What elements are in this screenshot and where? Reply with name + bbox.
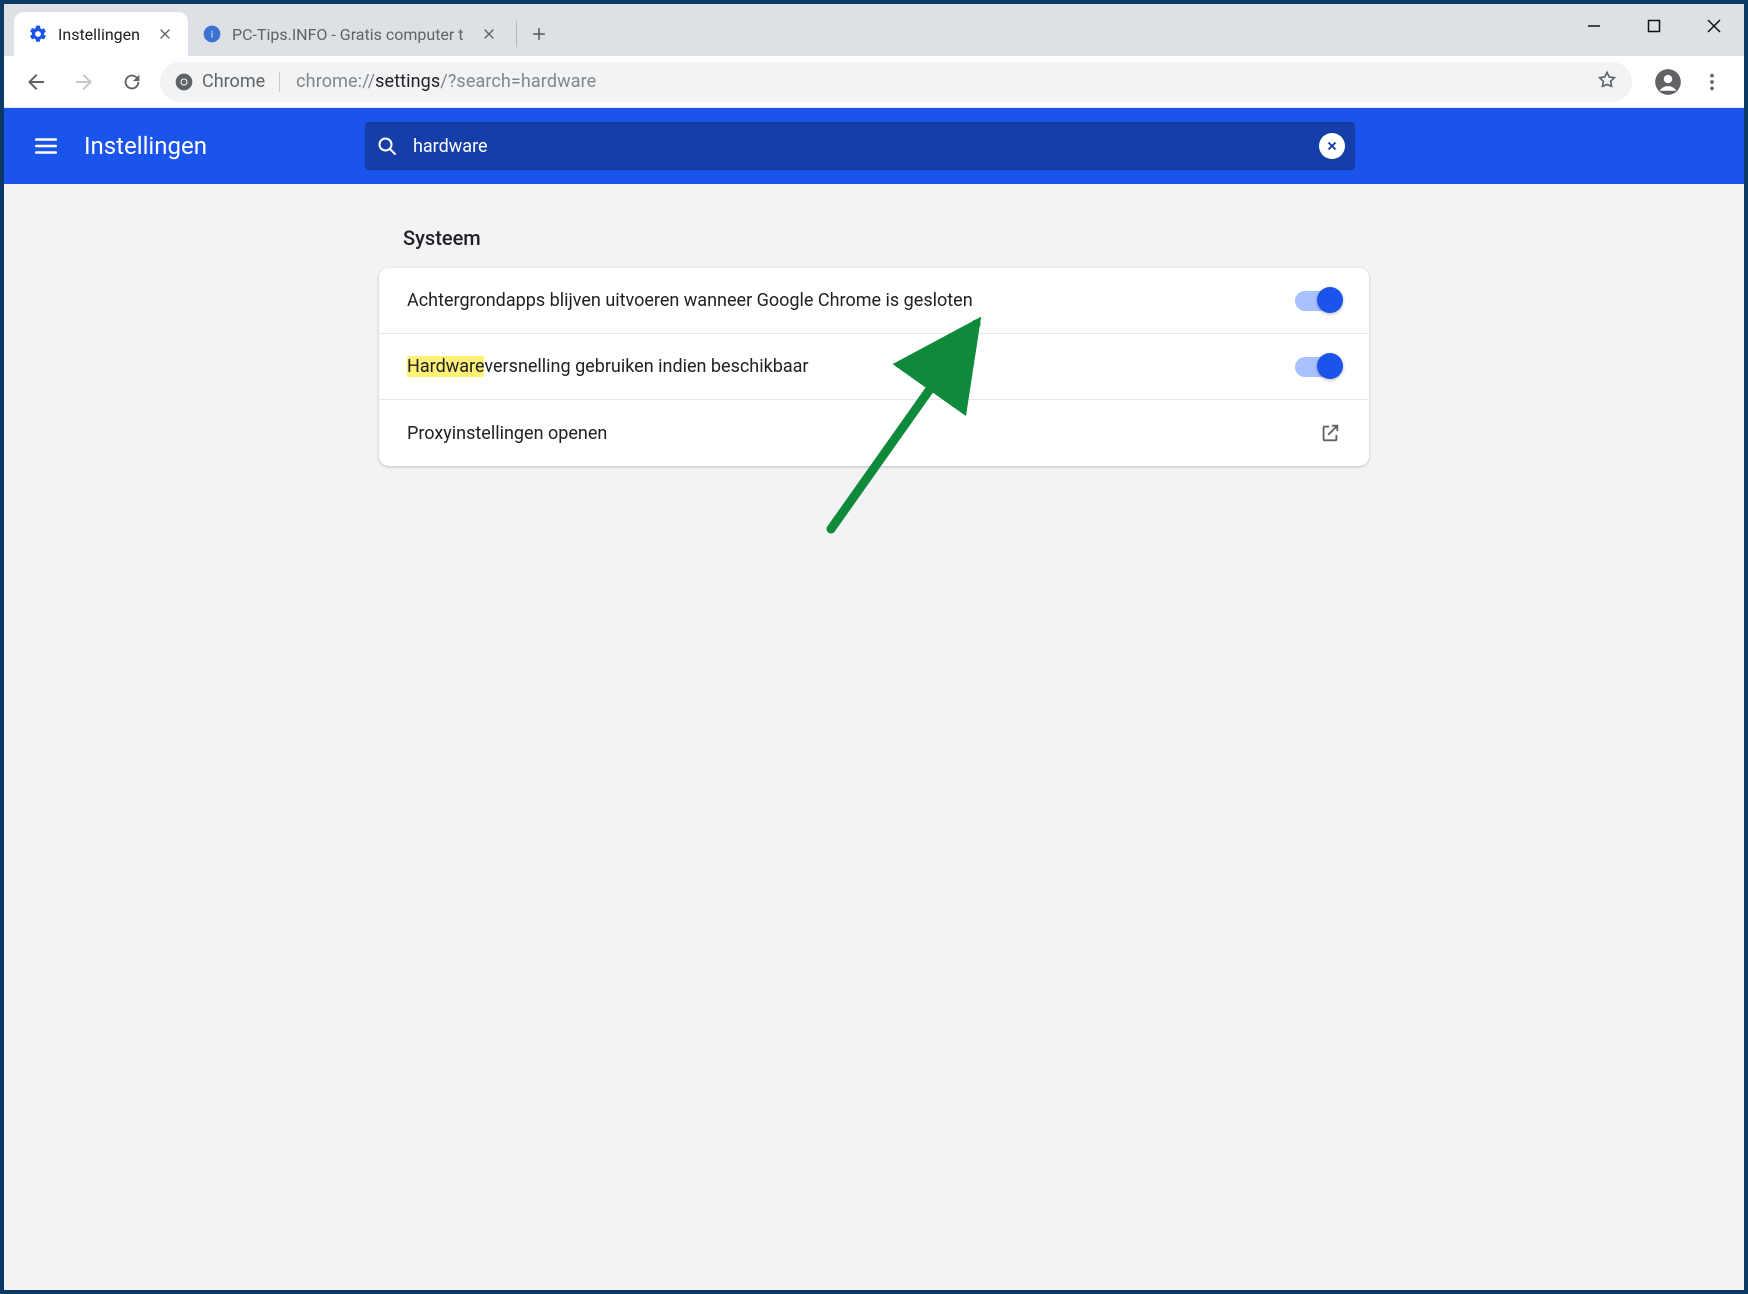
browser-toolbar: Chrome chrome://settings/?search=hardwar… — [4, 56, 1744, 108]
back-button[interactable] — [16, 62, 56, 102]
row-label: Hardwareversnelling gebruiken indien bes… — [407, 356, 809, 377]
section-title-system: Systeem — [403, 226, 1369, 250]
system-card: Achtergrondapps blijven uitvoeren wannee… — [379, 268, 1369, 466]
new-tab-button[interactable] — [521, 16, 557, 52]
row-label: Proxyinstellingen openen — [407, 423, 607, 444]
row-background-apps[interactable]: Achtergrondapps blijven uitvoeren wannee… — [379, 268, 1369, 334]
toolbar-right — [1648, 62, 1732, 102]
chrome-menu-button[interactable] — [1692, 62, 1732, 102]
page-title: Instellingen — [84, 132, 207, 160]
forward-button[interactable] — [64, 62, 104, 102]
url-text: chrome://settings/?search=hardware — [296, 71, 596, 92]
profile-avatar-button[interactable] — [1648, 62, 1688, 102]
row-hardware-acceleration[interactable]: Hardwareversnelling gebruiken indien bes… — [379, 334, 1369, 400]
tab-pctips[interactable]: i PC-Tips.INFO - Gratis computer t — [188, 12, 512, 56]
clear-search-button[interactable] — [1319, 133, 1345, 159]
search-highlight: Hardware — [407, 356, 484, 377]
gear-icon — [28, 24, 48, 44]
row-label: Achtergrondapps blijven uitvoeren wannee… — [407, 290, 973, 311]
settings-search[interactable] — [365, 122, 1355, 170]
menu-button[interactable] — [26, 126, 66, 166]
site-favicon-icon: i — [202, 24, 222, 44]
window-maximize-button[interactable] — [1624, 4, 1684, 48]
tab-settings[interactable]: Instellingen — [14, 12, 188, 56]
address-bar[interactable]: Chrome chrome://settings/?search=hardwar… — [160, 62, 1632, 102]
toggle-background-apps[interactable] — [1295, 291, 1341, 311]
settings-content: Systeem Achtergrondapps blijven uitvoere… — [4, 184, 1744, 1290]
tab-separator — [516, 21, 517, 47]
window-minimize-button[interactable] — [1564, 4, 1624, 48]
site-chip: Chrome — [174, 71, 286, 92]
reload-button[interactable] — [112, 62, 152, 102]
row-proxy-settings[interactable]: Proxyinstellingen openen — [379, 400, 1369, 466]
tab-close-button[interactable] — [156, 25, 174, 43]
tab-title: Instellingen — [58, 25, 140, 44]
search-icon — [375, 134, 399, 158]
settings-header: Instellingen — [4, 108, 1744, 184]
tab-close-button[interactable] — [480, 25, 498, 43]
bookmark-star-icon[interactable] — [1596, 69, 1618, 95]
tab-strip: Instellingen i PC-Tips.INFO - Gratis com… — [4, 4, 1744, 56]
external-link-icon — [1319, 422, 1341, 444]
settings-search-input[interactable] — [413, 122, 1305, 170]
tab-title: PC-Tips.INFO - Gratis computer t — [232, 25, 464, 44]
chip-label: Chrome — [202, 71, 265, 92]
toggle-hardware-acceleration[interactable] — [1295, 357, 1341, 377]
chrome-icon — [174, 72, 194, 92]
svg-text:i: i — [211, 30, 213, 40]
window-controls — [1564, 4, 1744, 48]
window-close-button[interactable] — [1684, 4, 1744, 48]
